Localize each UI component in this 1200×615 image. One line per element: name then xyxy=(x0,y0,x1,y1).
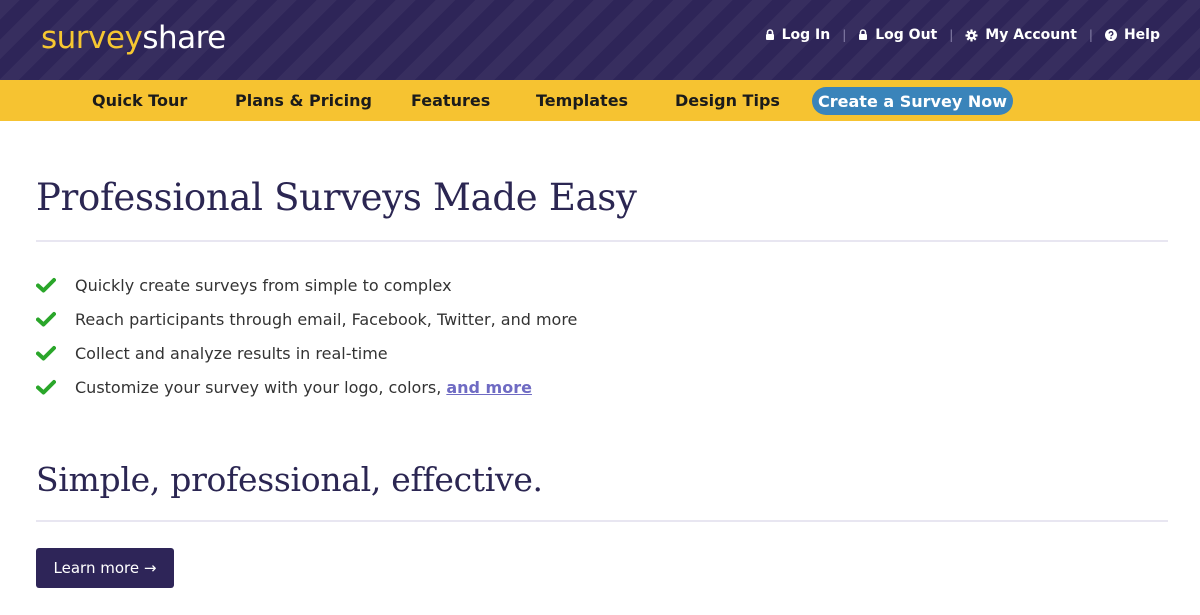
log-out-label: Log Out xyxy=(875,27,938,43)
utility-nav: Log In | Log Out | My Account | Help xyxy=(765,24,1160,46)
log-in-label: Log In xyxy=(781,27,831,43)
question-icon xyxy=(1104,29,1117,41)
and-more-link[interactable]: and more xyxy=(446,378,532,397)
feature-text: Reach participants through email, Facebo… xyxy=(75,309,578,329)
feature-item: Quickly create surveys from simple to co… xyxy=(36,268,577,302)
nav-features[interactable]: Features xyxy=(411,80,490,121)
lock-icon xyxy=(765,29,774,40)
divider xyxy=(36,240,1168,242)
feature-text: Customize your survey with your logo, co… xyxy=(75,377,442,397)
logo[interactable]: surveyshare xyxy=(41,18,226,58)
nav-plans-pricing[interactable]: Plans & Pricing xyxy=(235,80,372,121)
lock-icon xyxy=(859,29,868,40)
help-link[interactable]: Help xyxy=(1104,24,1160,46)
site-header: surveyshare Log In | Log Out | My Accoun… xyxy=(0,0,1200,80)
create-survey-button[interactable]: Create a Survey Now xyxy=(812,87,1013,115)
page-title: Professional Surveys Made Easy xyxy=(36,176,637,219)
learn-more-button[interactable]: Learn more → xyxy=(36,548,174,588)
checkmark-icon xyxy=(36,345,75,361)
nav-design-tips[interactable]: Design Tips xyxy=(675,80,780,121)
feature-item: Reach participants through email, Facebo… xyxy=(36,302,577,336)
feature-item: Collect and analyze results in real-time xyxy=(36,336,577,370)
checkmark-icon xyxy=(36,379,75,395)
my-account-label: My Account xyxy=(985,27,1077,43)
feature-text: Quickly create surveys from simple to co… xyxy=(75,275,452,295)
log-in-link[interactable]: Log In xyxy=(765,24,831,46)
main-nav: Quick Tour Plans & Pricing Features Temp… xyxy=(0,80,1200,121)
gear-icon xyxy=(965,28,978,42)
section-subtitle: Simple, professional, effective. xyxy=(36,460,543,499)
feature-item: Customize your survey with your logo, co… xyxy=(36,370,577,404)
feature-list: Quickly create surveys from simple to co… xyxy=(36,268,577,404)
divider: | xyxy=(949,28,954,42)
my-account-link[interactable]: My Account xyxy=(965,24,1077,46)
feature-text: Collect and analyze results in real-time xyxy=(75,343,388,363)
nav-templates[interactable]: Templates xyxy=(536,80,628,121)
checkmark-icon xyxy=(36,277,75,293)
checkmark-icon xyxy=(36,311,75,327)
divider: | xyxy=(842,28,847,42)
logo-part-survey: survey xyxy=(41,20,143,56)
log-out-link[interactable]: Log Out xyxy=(858,24,937,46)
divider: | xyxy=(1088,28,1093,42)
nav-quick-tour[interactable]: Quick Tour xyxy=(92,80,187,121)
logo-part-share: share xyxy=(142,20,226,56)
divider xyxy=(36,520,1168,522)
help-label: Help xyxy=(1123,27,1160,43)
